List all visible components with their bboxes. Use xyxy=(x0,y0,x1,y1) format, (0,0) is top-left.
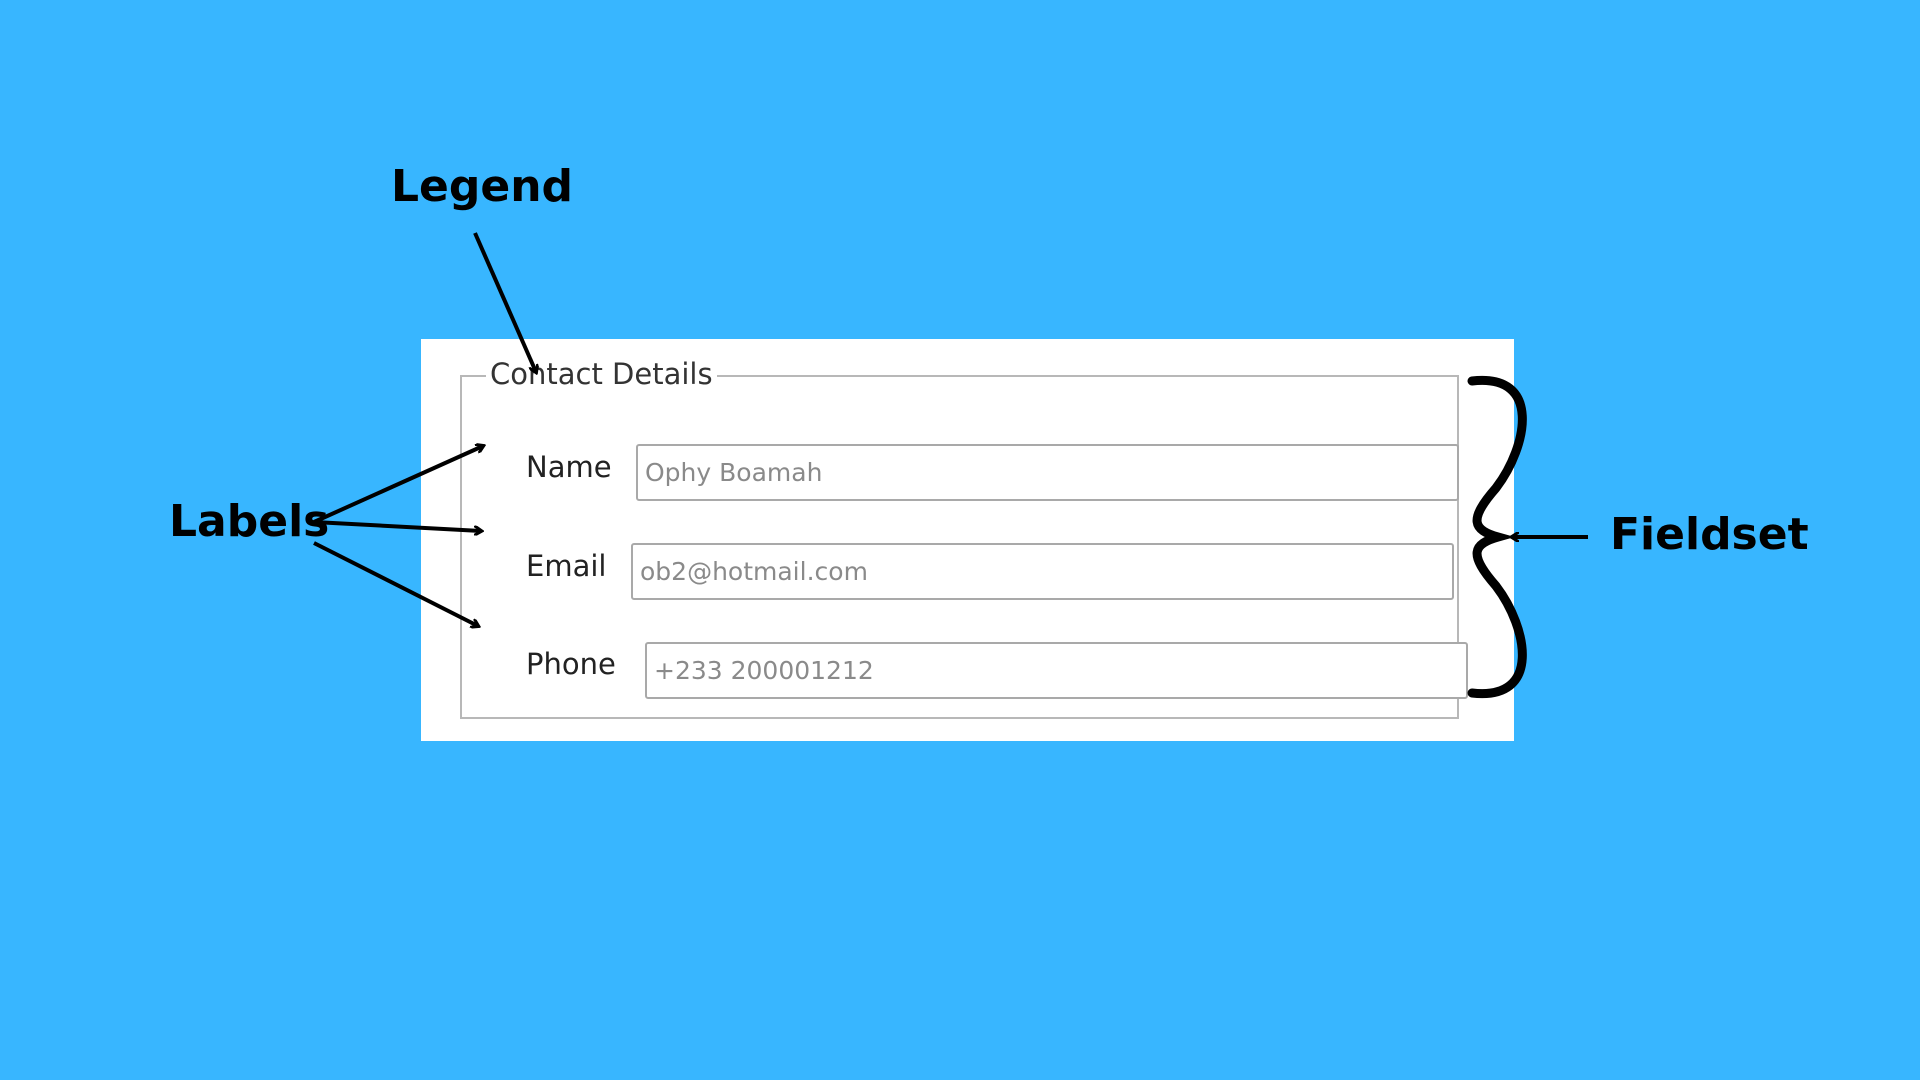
phone-input[interactable] xyxy=(645,642,1468,699)
form-panel: Contact Details Name Email Phone xyxy=(421,339,1514,741)
email-input[interactable] xyxy=(631,543,1454,600)
legend-annotation: Legend xyxy=(391,161,574,212)
phone-label: Phone xyxy=(526,647,616,681)
email-label: Email xyxy=(526,549,607,583)
labels-annotation: Labels xyxy=(169,496,330,547)
fieldset-annotation: Fieldset xyxy=(1610,509,1809,560)
fieldset-legend: Contact Details xyxy=(486,357,717,392)
name-input[interactable] xyxy=(636,444,1459,501)
contact-fieldset: Contact Details Name Email Phone xyxy=(460,357,1468,719)
name-label: Name xyxy=(526,450,612,484)
